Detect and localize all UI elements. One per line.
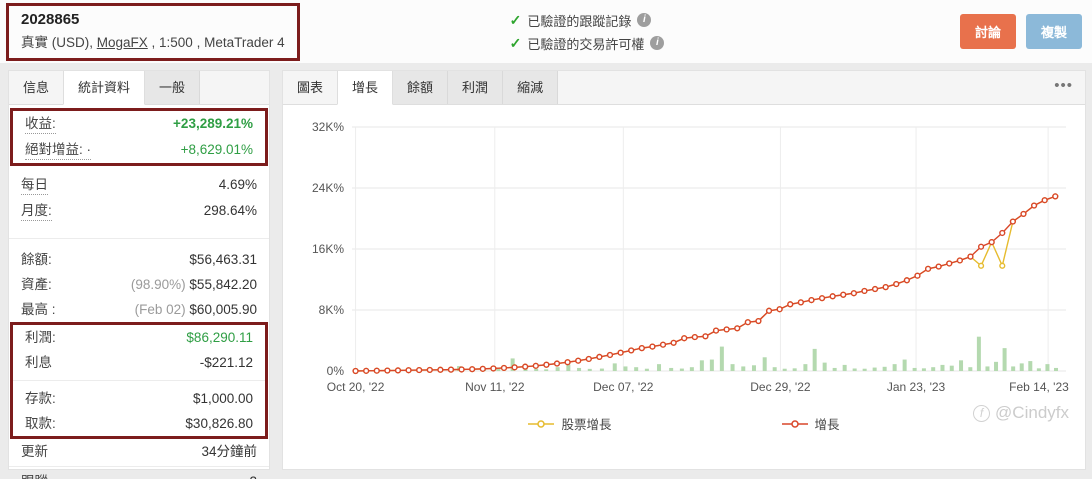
check-icon: ✓ [509,34,522,51]
info-icon[interactable]: i [637,13,652,27]
stat-row-withdrawals: 取款: $30,826.80 [25,416,253,431]
svg-text:Feb 14, '23: Feb 14, '23 [1009,380,1069,394]
info-icon[interactable]: i [650,36,665,50]
account-rest: , 1:500 , MetaTrader 4 [147,34,285,50]
chart-legend: 股票增長 增長 [294,414,1074,433]
account-id: 2028865 [21,10,80,28]
svg-text:24K%: 24K% [312,181,344,195]
stats-rows: 收益: +23,289.21% 絕對增益: · +8,629.01% 每日 4.… [9,105,269,479]
account-type: 真實 (USD), [21,34,97,50]
page-header: 2028865 真實 (USD), MogaFX , 1:500 , MetaT… [0,0,1092,63]
stat-row-deposits: 存款: $1,000.00 [25,391,253,406]
copy-button[interactable]: 複製 [1025,14,1082,49]
growth-line-marker-icon [781,419,808,428]
verification-badges: ✓ 已驗證的跟蹤記錄 i ✓ 已驗證的交易許可權 i [510,11,665,53]
svg-text:Dec 07, '22: Dec 07, '22 [593,380,654,394]
verified-track-record: ✓ 已驗證的跟蹤記錄 i [510,11,665,30]
svg-text:Nov 11, '22: Nov 11, '22 [465,380,525,394]
stat-row-equity: 資產: (98.90%) $55,842.20 [21,277,257,292]
watermark-text: @Cindyfx [995,403,1069,422]
broker-link[interactable]: MogaFX [97,35,148,50]
tab-chart[interactable]: 圖表 [283,71,337,104]
stat-row-tracking: 跟蹤 2 [9,469,269,479]
tab-info[interactable]: 信息 [9,71,63,104]
chart-panel: 圖表 增長 餘額 利潤 縮減 ••• 0% 8K% 16K% 24K% 32K% Oct … [282,70,1086,470]
verified-track-record-label: 已驗證的跟蹤記錄 [527,13,632,29]
stat-row-profit: 利潤: $86,290.11 [25,330,253,345]
check-icon: ✓ [509,11,522,28]
stat-row-monthly: 月度: 298.64% [9,198,269,224]
tab-balance[interactable]: 餘額 [393,71,449,104]
account-info-box: 2028865 真實 (USD), MogaFX , 1:500 , MetaT… [6,2,300,61]
svg-text:8K%: 8K% [319,303,345,317]
tab-general[interactable]: 一般 [145,71,201,104]
svg-text:32K%: 32K% [312,120,344,134]
chart-tabstrip: 圖表 增長 餘額 利潤 縮減 ••• [283,71,1085,105]
watermark-logo-icon: f [973,404,991,422]
svg-text:Jan 23, '23: Jan 23, '23 [887,380,946,394]
stat-row-daily: 每日 4.69% [9,172,269,198]
stat-row-gain: 收益: +23,289.21% [13,111,265,137]
stat-row-updated: 更新 34分鐘前 [21,444,257,459]
stat-row-balance: 餘額: $56,463.31 [21,252,257,267]
svg-text:Oct 20, '22: Oct 20, '22 [327,380,385,394]
watermark: f @Cindyfx [973,403,1069,423]
tab-growth[interactable]: 增長 [337,71,394,105]
stat-row-abs-gain: 絕對增益: · +8,629.01% [13,137,265,163]
stat-row-highest: 最高 : (Feb 02) $60,005.90 [21,302,257,317]
tab-drawdown[interactable]: 縮減 [503,71,559,104]
profit-annotation-box: 利潤: $86,290.11 利息 -$221.12 存款: $1,000.00… [10,322,268,439]
legend-equity-growth[interactable]: 股票增長 [528,414,612,433]
tab-profit[interactable]: 利潤 [448,71,504,104]
verified-trading-privileges: ✓ 已驗證的交易許可權 i [510,34,665,53]
growth-chart: 0% 8K% 16K% 24K% 32K% Oct 20, '22 Nov 11, '22 D… [283,105,1085,433]
svg-text:0%: 0% [327,364,345,378]
equity-line-marker-icon [528,419,555,428]
stats-sidebar: 信息 統計資料 一般 收益: +23,289.21% 絕對增益: · +8,62… [8,70,270,479]
header-buttons: 討論 複製 [959,14,1082,49]
verified-trading-privileges-label: 已驗證的交易許可權 [527,36,645,52]
tab-statistics[interactable]: 統計資料 [63,71,146,105]
legend-growth[interactable]: 增長 [781,414,840,433]
stat-row-interest: 利息 -$221.12 [25,355,253,370]
sidebar-tabstrip: 信息 統計資料 一般 [9,71,269,105]
svg-text:Dec 29, '22: Dec 29, '22 [750,380,811,394]
gain-annotation-box: 收益: +23,289.21% 絕對增益: · +8,629.01% [10,108,268,166]
svg-text:16K%: 16K% [312,242,344,256]
ellipsis-menu-icon[interactable]: ••• [1054,71,1073,101]
growth-chart-canvas[interactable]: 0% 8K% 16K% 24K% 32K% Oct 20, '22 Nov 11, '22 D… [294,113,1074,405]
account-details: 真實 (USD), MogaFX , 1:500 , MetaTrader 4 [21,31,285,51]
discuss-button[interactable]: 討論 [959,14,1016,49]
